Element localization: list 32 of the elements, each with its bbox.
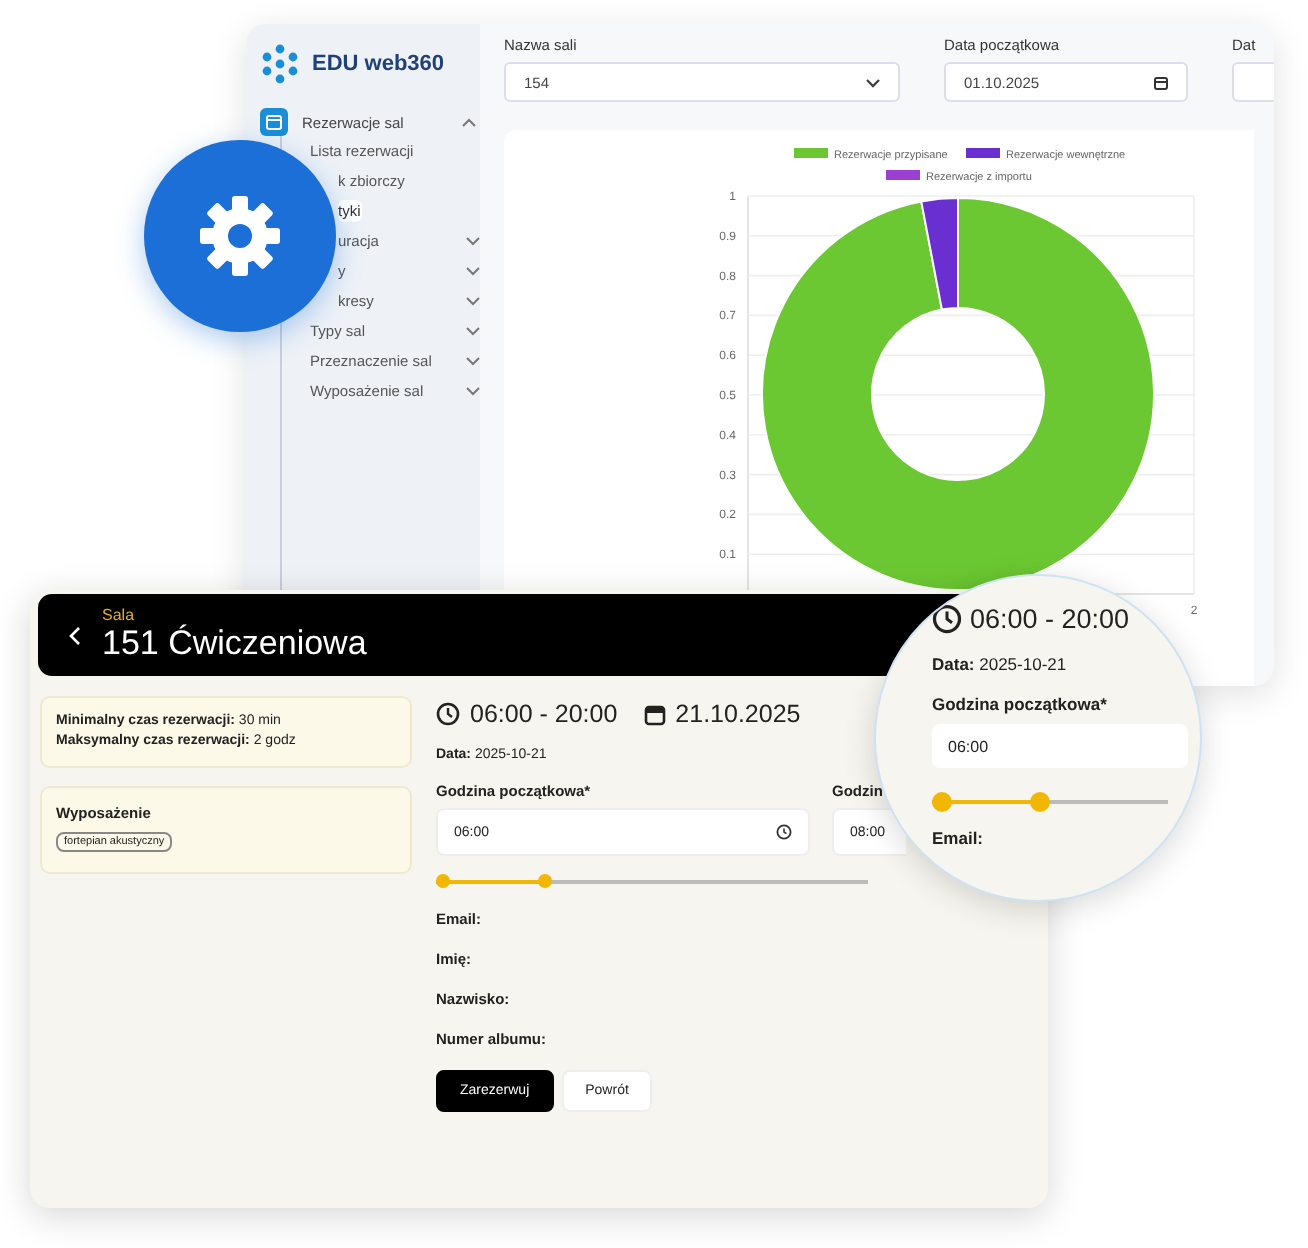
slider-thumb[interactable]: [537, 874, 551, 888]
opening-hours: 06:00 - 20:00: [470, 700, 618, 728]
chevron-down-icon: [466, 266, 480, 276]
dots-logo-icon: [260, 44, 300, 84]
calendar-icon: [643, 703, 666, 725]
slider-thumb[interactable]: [1030, 792, 1051, 812]
clock-icon: [436, 702, 460, 726]
time-field[interactable]: 06:00: [932, 724, 1188, 768]
slider-thumb[interactable]: [436, 874, 450, 888]
room-label: Sala: [102, 606, 137, 624]
field-label: Godzina początkowa*: [932, 694, 1107, 714]
room-title: 151 Ćwiczeniowa: [102, 624, 367, 664]
back-icon[interactable]: [68, 625, 82, 645]
chevron-down-icon: [466, 296, 480, 306]
chevron-icon: [462, 117, 476, 127]
slider-thumb[interactable]: [932, 792, 952, 812]
form-label: Email:: [932, 828, 984, 848]
time-range-slider[interactable]: [436, 874, 868, 890]
date-text: Data: 2025-10-21: [932, 654, 1067, 674]
booking-date: 21.10.2025: [675, 700, 801, 728]
logo-text: EDU web360: [312, 52, 445, 76]
calendar-icon: [1154, 75, 1168, 89]
chevron-down-icon: [466, 326, 480, 336]
chevron-down-icon: [866, 77, 880, 87]
calendar-icon: [260, 108, 288, 136]
chevron-down-icon: [466, 356, 480, 366]
settings-icon: [194, 190, 286, 282]
chevron-down-icon: [466, 386, 480, 396]
chevron-down-icon: [466, 236, 480, 246]
clock-icon: [776, 824, 792, 840]
opening-hours: 06:00 - 20:00: [970, 604, 1130, 634]
clock-icon: [932, 604, 962, 634]
